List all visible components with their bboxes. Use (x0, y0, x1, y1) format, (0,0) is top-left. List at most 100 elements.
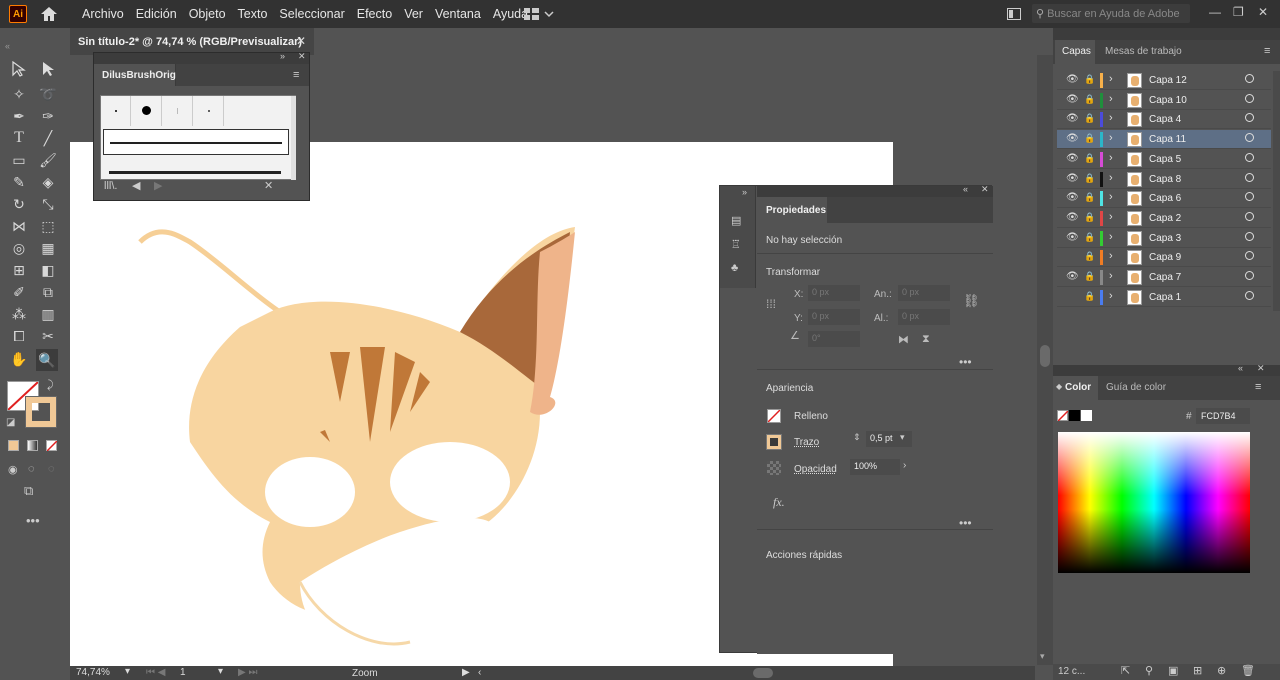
brush-panel-header[interactable]: » ✕ (94, 51, 309, 64)
tab-capas[interactable]: Capas (1055, 40, 1095, 64)
lock-icon[interactable]: 🔒 (1084, 113, 1095, 124)
layer-name[interactable]: Capa 9 (1149, 252, 1181, 263)
x-field[interactable]: 0 px (808, 285, 860, 301)
brush-panel-tab[interactable]: DilusBrushOrig (94, 64, 176, 86)
visibility-icon[interactable]: 👁 (1066, 113, 1079, 124)
target-icon[interactable] (1245, 152, 1254, 162)
transform-more-icon[interactable]: ••• (959, 355, 972, 369)
hex-input[interactable]: FCD7B4 (1196, 408, 1250, 424)
layers-scrollbar[interactable] (1273, 71, 1280, 311)
visibility-icon[interactable]: 👁 (1066, 212, 1079, 223)
help-search-input[interactable]: ⚲ Buscar en Ayuda de Adobe (1032, 4, 1190, 23)
eraser-tool-icon[interactable]: ◈ (38, 172, 58, 192)
lock-icon[interactable]: 🔒 (1084, 232, 1095, 243)
panel-menu-icon[interactable]: ≡ (293, 69, 299, 81)
pen-tool-icon[interactable]: ✒ (9, 106, 29, 126)
reference-point-icon[interactable]: ⁞⁞⁞ (766, 297, 776, 311)
layer-row[interactable]: 🔒 › Capa 1 (1057, 288, 1271, 307)
export-icon[interactable]: ⇱ (1121, 664, 1130, 677)
none-mode-icon[interactable] (46, 440, 58, 452)
color-menu-icon[interactable]: ≡ (1255, 381, 1261, 393)
shape-builder-icon[interactable]: ◎ (9, 238, 29, 258)
collapse-icon[interactable]: « (5, 41, 10, 51)
visibility-icon[interactable]: 👁 (1066, 192, 1079, 203)
direct-selection-tool-icon[interactable] (40, 61, 58, 77)
layer-row[interactable]: 👁 🔒 › Capa 6 (1057, 189, 1271, 209)
layer-name[interactable]: Capa 2 (1149, 213, 1181, 224)
layer-name[interactable]: Capa 4 (1149, 114, 1181, 125)
scroll-down-icon[interactable]: ▾ (1040, 651, 1045, 662)
workspace-switcher-icon[interactable] (524, 7, 554, 21)
curvature-tool-icon[interactable]: ✑ (38, 106, 58, 126)
shaper-tool-icon[interactable]: ✎ (9, 172, 29, 192)
layer-name[interactable]: Capa 1 (1149, 292, 1181, 303)
gradient-tool-icon[interactable]: ◧ (38, 260, 58, 280)
target-icon[interactable] (1245, 290, 1254, 300)
lock-icon[interactable]: 🔒 (1084, 153, 1095, 164)
close-window-icon[interactable]: ✕ (1258, 5, 1268, 19)
stroke-weight-field[interactable]: 0,5 pt ▾ (866, 431, 912, 447)
layer-row[interactable]: 👁 🔒 › Capa 4 (1057, 110, 1271, 130)
symbols-icon[interactable]: ♣ (731, 262, 738, 274)
zoom-tool-icon[interactable]: 🔍 (36, 349, 58, 371)
props-header[interactable]: « ✕ (757, 184, 993, 197)
target-icon[interactable] (1245, 133, 1254, 143)
stroke-swatch-props[interactable] (766, 434, 782, 450)
brush-stroke-1[interactable] (103, 129, 289, 155)
lock-icon[interactable]: 🔒 (1084, 291, 1095, 302)
locate-object-icon[interactable]: ⚲ (1145, 664, 1153, 677)
color-mode-icon[interactable] (8, 440, 19, 451)
graph-tool-icon[interactable]: ▥ (38, 304, 58, 324)
opacity-field[interactable]: 100% (850, 459, 900, 475)
artboards-icon[interactable]: ▤ (731, 214, 741, 227)
color-header[interactable]: « ✕ (1053, 363, 1280, 376)
more-tools-icon[interactable]: ••• (26, 513, 40, 528)
visibility-icon[interactable]: 👁 (1066, 153, 1079, 164)
clipping-mask-icon[interactable]: ▣ (1168, 664, 1178, 677)
flip-vertical-icon[interactable]: ⧗ (922, 333, 930, 346)
minimize-icon[interactable]: — (1209, 5, 1221, 19)
constrain-proportions-icon[interactable]: ⛓ (963, 293, 980, 309)
lock-icon[interactable]: 🔒 (1084, 94, 1095, 105)
expand-layer-icon[interactable]: › (1109, 191, 1113, 203)
target-icon[interactable] (1245, 271, 1254, 280)
page-number[interactable]: 1 (180, 667, 186, 678)
target-icon[interactable] (1245, 211, 1254, 221)
expand-layer-icon[interactable]: › (1109, 93, 1113, 105)
layer-name[interactable]: Capa 7 (1149, 272, 1181, 283)
artboard-tool-icon[interactable]: ⧠ (9, 326, 29, 346)
close-color-icon[interactable]: ✕ (1257, 363, 1265, 374)
visibility-icon[interactable]: 👁 (1066, 271, 1079, 282)
layer-name[interactable]: Capa 10 (1149, 95, 1187, 106)
menu-archivo[interactable]: Archivo (76, 7, 130, 21)
none-color-swatch[interactable] (1057, 410, 1069, 422)
panel-toggle-icon[interactable] (1007, 8, 1021, 20)
tab-mesas-de-trabajo[interactable]: Mesas de trabajo (1105, 46, 1182, 57)
blend-tool-icon[interactable]: ⧉ (38, 282, 58, 302)
brush-list-scrollbar[interactable] (291, 96, 296, 180)
close-panel-icon[interactable]: ✕ (298, 51, 306, 62)
stroke-swatch[interactable] (25, 396, 57, 428)
close-tab-icon[interactable]: ✕ (296, 34, 306, 48)
symbol-sprayer-icon[interactable]: ⁂ (9, 304, 29, 324)
rectangle-tool-icon[interactable]: ▭ (9, 150, 29, 170)
flip-horizontal-icon[interactable]: ⧓ (898, 333, 909, 346)
rotate-tool-icon[interactable]: ↻ (9, 194, 29, 214)
line-tool-icon[interactable]: ╱ (38, 128, 58, 148)
mesh-tool-icon[interactable]: ⊞ (9, 260, 29, 280)
brush-dot-tiny[interactable] (194, 96, 224, 126)
last-page-icon[interactable]: ▶ ⏭ (238, 667, 257, 678)
expand-layer-icon[interactable]: › (1109, 73, 1113, 85)
lock-icon[interactable]: 🔒 (1084, 133, 1095, 144)
previous-library-icon[interactable]: ◀ (132, 179, 140, 192)
brush-stroke-2[interactable] (103, 161, 289, 175)
layer-row[interactable]: 👁 🔒 › Capa 8 (1057, 170, 1271, 189)
appearance-more-icon[interactable]: ••• (959, 516, 972, 530)
lock-icon[interactable]: 🔒 (1084, 271, 1095, 282)
layer-name[interactable]: Capa 8 (1149, 174, 1181, 185)
scale-tool-icon[interactable]: ⤡ (38, 194, 58, 214)
target-icon[interactable] (1245, 251, 1254, 261)
y-field[interactable]: 0 px (808, 309, 860, 325)
menu-edicion[interactable]: Edición (130, 7, 183, 21)
screen-mode-icon[interactable]: ⧉ (24, 483, 33, 499)
